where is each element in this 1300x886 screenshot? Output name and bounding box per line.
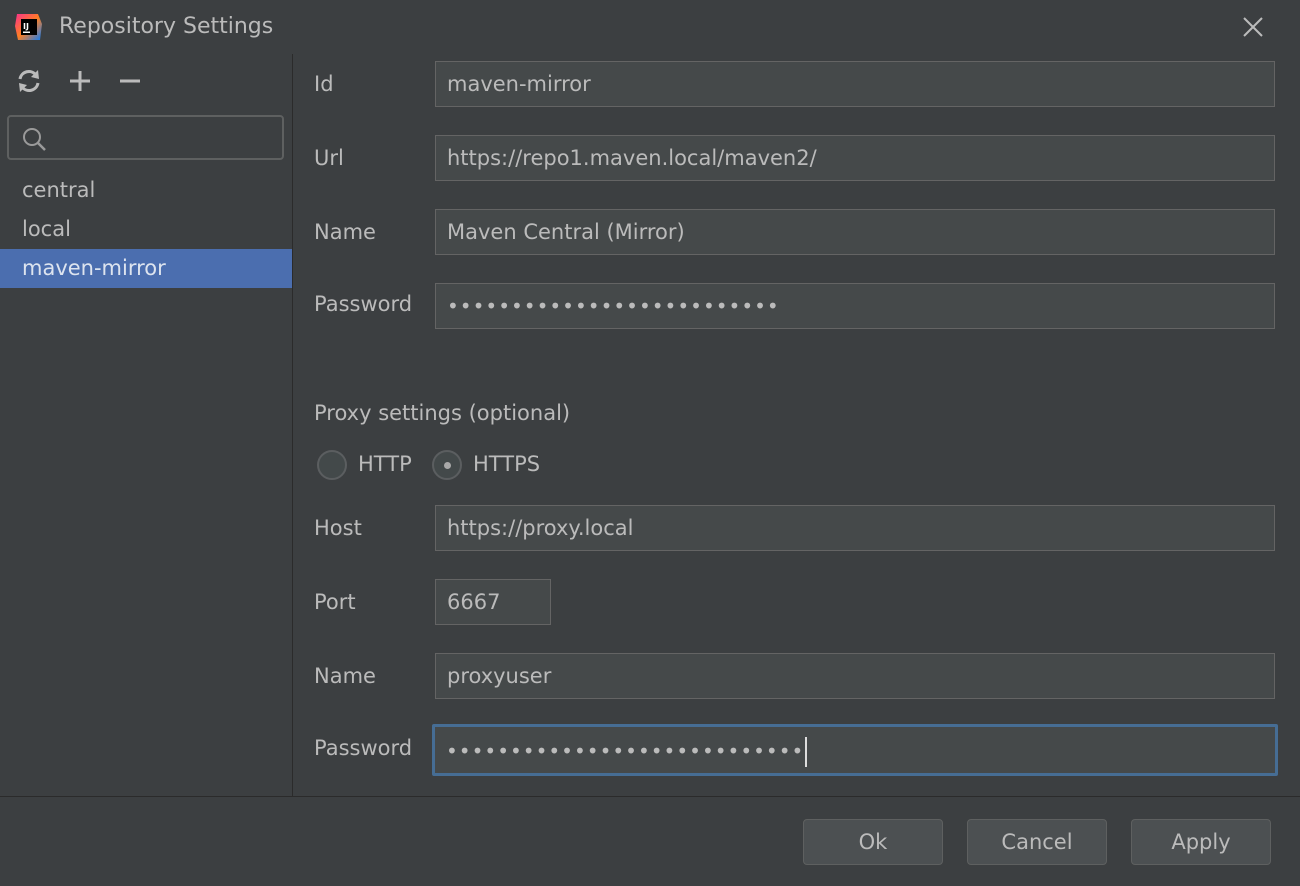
- host-field[interactable]: https://proxy.local: [435, 505, 1275, 551]
- url-label: Url: [314, 146, 344, 170]
- ok-button[interactable]: Ok: [803, 819, 943, 865]
- url-value: https://repo1.maven.local/maven2/: [447, 146, 817, 170]
- id-value: maven-mirror: [447, 72, 591, 96]
- proxy-password-label: Password: [314, 736, 413, 760]
- proxy-name-label: Name: [314, 664, 376, 688]
- password-value: ••••••••••••••••••••••••••: [447, 294, 780, 318]
- port-field[interactable]: 6667: [435, 579, 551, 625]
- search-input[interactable]: [55, 123, 279, 155]
- http-radio[interactable]: [317, 450, 347, 480]
- svg-text:IJ: IJ: [23, 22, 29, 31]
- id-label: Id: [314, 72, 334, 96]
- list-item-maven-mirror[interactable]: maven-mirror: [0, 249, 292, 288]
- close-icon[interactable]: [1238, 12, 1268, 42]
- password-label: Password: [314, 292, 413, 316]
- minus-icon[interactable]: [115, 66, 145, 96]
- list-item-central[interactable]: central: [0, 171, 292, 210]
- name-field[interactable]: Maven Central (Mirror): [435, 209, 1275, 255]
- radio-selected-dot: [444, 462, 451, 469]
- title-bar: IJ Repository Settings: [0, 0, 1300, 54]
- proxy-section-title: Proxy settings (optional): [314, 401, 571, 425]
- refresh-icon[interactable]: [14, 66, 44, 96]
- proxy-name-field[interactable]: proxyuser: [435, 653, 1275, 699]
- plus-icon[interactable]: [65, 66, 95, 96]
- url-field[interactable]: https://repo1.maven.local/maven2/: [435, 135, 1275, 181]
- list-item-local[interactable]: local: [0, 210, 292, 249]
- search-icon: [23, 128, 46, 151]
- repository-list: central local maven-mirror: [0, 171, 292, 288]
- window-title: Repository Settings: [59, 14, 274, 39]
- proxy-password-field[interactable]: ••••••••••••••••••••••••••••: [432, 724, 1278, 776]
- repository-sidebar: [0, 54, 292, 796]
- cancel-button[interactable]: Cancel: [967, 819, 1107, 865]
- host-value: https://proxy.local: [447, 516, 634, 540]
- sidebar-divider: [292, 54, 293, 796]
- host-label: Host: [314, 516, 362, 540]
- intellij-idea-icon: IJ: [15, 14, 42, 40]
- proxy-password-value: ••••••••••••••••••••••••••••: [446, 739, 805, 763]
- https-radio-label[interactable]: HTTPS: [473, 452, 540, 476]
- password-field[interactable]: ••••••••••••••••••••••••••: [435, 283, 1275, 329]
- port-label: Port: [314, 590, 356, 614]
- repository-search[interactable]: [7, 115, 284, 160]
- id-field[interactable]: maven-mirror: [435, 61, 1275, 107]
- name-value: Maven Central (Mirror): [447, 220, 685, 244]
- https-radio[interactable]: [432, 450, 462, 480]
- footer-divider: [0, 796, 1300, 797]
- name-label: Name: [314, 220, 376, 244]
- text-caret: [805, 737, 808, 767]
- http-radio-label[interactable]: HTTP: [358, 452, 412, 476]
- port-value: 6667: [447, 590, 501, 614]
- proxy-name-value: proxyuser: [447, 664, 552, 688]
- apply-button[interactable]: Apply: [1131, 819, 1271, 865]
